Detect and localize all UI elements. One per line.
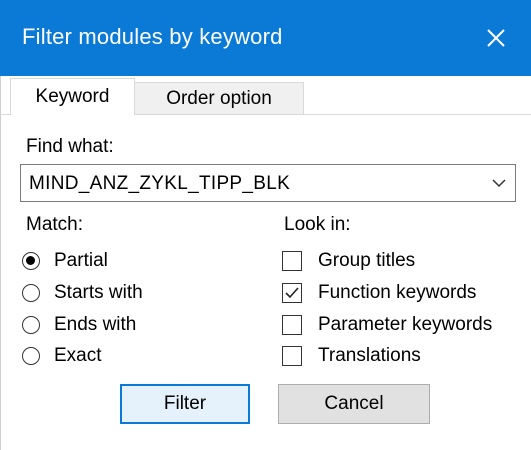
close-button[interactable]	[461, 0, 531, 76]
checkbox-parameter-keywords[interactable]: Parameter keywords	[282, 312, 492, 338]
filter-button[interactable]: Filter	[120, 384, 250, 424]
left-border	[0, 76, 1, 450]
checkbox-group-titles[interactable]: Group titles	[282, 248, 415, 274]
checkbox-label: Parameter keywords	[318, 314, 493, 335]
find-what-label: Find what:	[26, 136, 114, 157]
radio-partial[interactable]: Partial	[22, 248, 108, 274]
title-bar: Filter modules by keyword	[0, 0, 531, 76]
close-icon	[487, 29, 505, 47]
checkmark-icon	[285, 287, 299, 299]
tab-order-option[interactable]: Order option	[134, 82, 304, 115]
radio-indicator[interactable]	[22, 316, 40, 334]
checkbox-indicator[interactable]	[282, 315, 302, 335]
radio-indicator[interactable]	[22, 284, 40, 302]
radio-label: Starts with	[54, 282, 143, 303]
radio-exact[interactable]: Exact	[22, 343, 102, 369]
tab-keyword[interactable]: Keyword	[10, 78, 135, 115]
match-label: Match:	[26, 214, 84, 235]
find-what-combobox[interactable]: MIND_ANZ_ZYKL_TIPP_BLK	[20, 164, 516, 202]
checkbox-indicator[interactable]	[282, 251, 302, 271]
checkbox-function-keywords[interactable]: Function keywords	[282, 280, 476, 306]
radio-label: Ends with	[54, 314, 137, 335]
radio-indicator[interactable]	[22, 347, 40, 365]
radio-indicator[interactable]	[22, 252, 40, 270]
find-what-value: MIND_ANZ_ZYKL_TIPP_BLK	[29, 173, 291, 194]
radio-starts-with[interactable]: Starts with	[22, 280, 143, 306]
checkbox-label: Translations	[318, 345, 421, 366]
checkbox-translations[interactable]: Translations	[282, 343, 421, 369]
radio-label: Exact	[54, 345, 102, 366]
checkbox-indicator[interactable]	[282, 346, 302, 366]
checkbox-label: Group titles	[318, 250, 416, 271]
tab-label: Order option	[166, 88, 272, 109]
checkbox-label: Function keywords	[318, 282, 477, 303]
radio-ends-with[interactable]: Ends with	[22, 312, 136, 338]
look-in-label: Look in:	[284, 214, 351, 235]
chevron-down-icon[interactable]	[491, 175, 507, 191]
cancel-button[interactable]: Cancel	[278, 384, 430, 424]
radio-label: Partial	[54, 250, 108, 271]
window-title: Filter modules by keyword	[22, 24, 283, 49]
tab-label: Keyword	[35, 86, 110, 107]
checkbox-indicator[interactable]	[282, 283, 302, 303]
